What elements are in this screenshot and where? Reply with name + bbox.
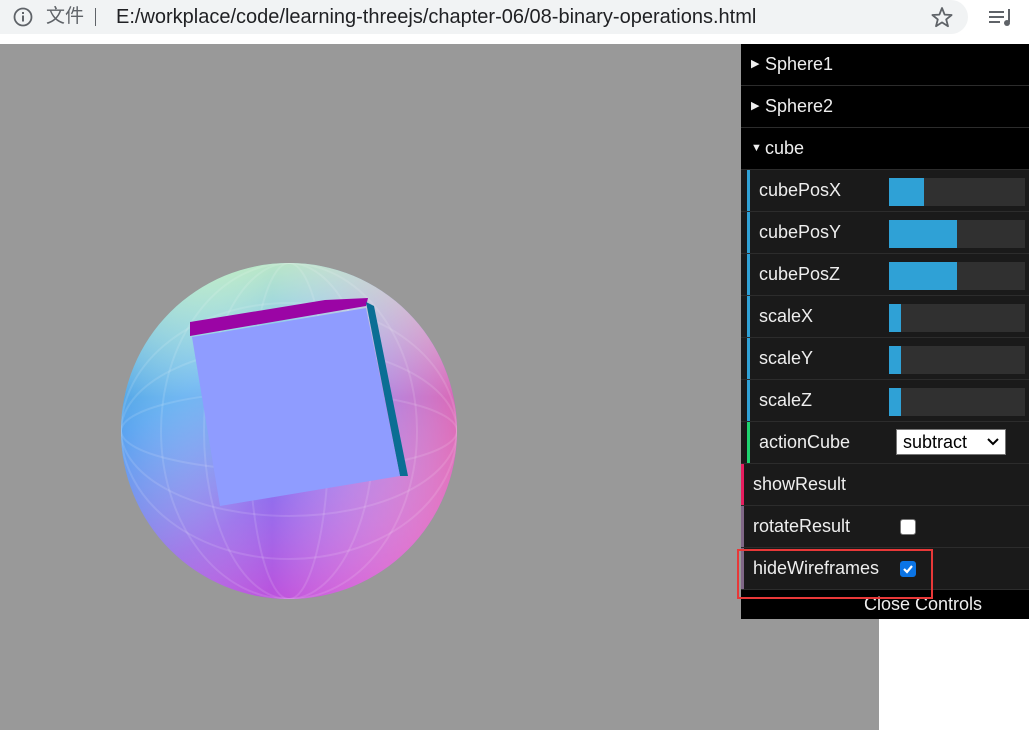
control-label: hideWireframes bbox=[753, 558, 880, 578]
rotateresult-checkbox[interactable] bbox=[900, 519, 916, 535]
function-stripe bbox=[741, 464, 744, 505]
control-showresult[interactable]: showResult bbox=[741, 464, 1029, 506]
info-icon[interactable] bbox=[12, 6, 34, 28]
control-scalex: scaleX bbox=[741, 296, 1029, 338]
cubeposz-slider[interactable] bbox=[889, 262, 1025, 290]
scaley-slider[interactable] bbox=[889, 346, 1025, 374]
select-stripe bbox=[747, 422, 750, 463]
caret-right-icon: ▶ bbox=[751, 58, 760, 70]
slider-fill bbox=[889, 178, 925, 206]
url-text[interactable]: E:/workplace/code/learning-threejs/chapt… bbox=[116, 4, 756, 30]
boolean-stripe bbox=[741, 506, 744, 547]
control-scalez: scaleZ bbox=[741, 380, 1029, 422]
slider-fill bbox=[889, 262, 957, 290]
actioncube-select[interactable]: subtract bbox=[896, 429, 1006, 455]
bookmark-star-icon[interactable] bbox=[929, 5, 955, 31]
slider-fill bbox=[889, 304, 902, 332]
control-label: scaleY bbox=[759, 348, 814, 368]
number-stripe bbox=[747, 338, 750, 379]
dat-gui-panel: ▶ Sphere1 ▶ Sphere2 ▼ cube cubePosX cubePos… bbox=[741, 44, 1029, 619]
scalex-slider[interactable] bbox=[889, 304, 1025, 332]
number-stripe bbox=[747, 380, 750, 421]
number-stripe bbox=[747, 170, 750, 211]
number-stripe bbox=[747, 254, 750, 295]
control-label: scaleZ bbox=[759, 390, 813, 410]
control-hidewireframes: hideWireframes bbox=[741, 548, 1029, 590]
control-rotateresult: rotateResult bbox=[741, 506, 1029, 548]
boolean-stripe bbox=[741, 548, 744, 589]
folder-cube[interactable]: ▼ cube bbox=[741, 128, 1029, 170]
chevron-down-icon bbox=[987, 438, 999, 446]
control-label: cubePosY bbox=[759, 222, 842, 242]
slider-fill bbox=[889, 220, 957, 248]
cube-cutout bbox=[190, 298, 408, 506]
slider-fill bbox=[889, 346, 902, 374]
omnibox-separator bbox=[95, 8, 96, 26]
control-label: cubePosZ bbox=[759, 264, 841, 284]
number-stripe bbox=[747, 296, 750, 337]
control-label: actionCube bbox=[759, 432, 851, 452]
scalez-slider[interactable] bbox=[889, 388, 1025, 416]
control-cubeposx: cubePosX bbox=[741, 170, 1029, 212]
slider-fill bbox=[889, 388, 902, 416]
number-stripe bbox=[747, 212, 750, 253]
checkmark-icon bbox=[903, 565, 913, 574]
control-label: rotateResult bbox=[753, 516, 851, 536]
control-cubeposz: cubePosZ bbox=[741, 254, 1029, 296]
control-actioncube: actionCube subtract bbox=[741, 422, 1029, 464]
control-label: showResult bbox=[753, 474, 847, 494]
cubeposy-slider[interactable] bbox=[889, 220, 1025, 248]
browser-address-bar: 文件 E:/workplace/code/learning-threejs/ch… bbox=[0, 0, 1029, 44]
folder-sphere2[interactable]: ▶ Sphere2 bbox=[741, 86, 1029, 128]
select-value: subtract bbox=[903, 432, 968, 452]
file-scheme-label: 文件 bbox=[46, 6, 85, 27]
control-label: scaleX bbox=[759, 306, 814, 326]
cubeposx-slider[interactable] bbox=[889, 178, 1025, 206]
hidewireframes-checkbox[interactable] bbox=[900, 561, 916, 577]
omnibox[interactable]: 文件 E:/workplace/code/learning-threejs/ch… bbox=[0, 0, 968, 34]
caret-right-icon: ▶ bbox=[751, 100, 760, 112]
close-controls-button[interactable]: Close Controls bbox=[741, 590, 1029, 619]
folder-sphere1[interactable]: ▶ Sphere1 bbox=[741, 44, 1029, 86]
control-label: cubePosX bbox=[759, 180, 842, 200]
media-queue-icon[interactable] bbox=[986, 5, 1016, 31]
caret-down-icon: ▼ bbox=[751, 142, 762, 154]
control-cubeposy: cubePosY bbox=[741, 212, 1029, 254]
control-scaley: scaleY bbox=[741, 338, 1029, 380]
